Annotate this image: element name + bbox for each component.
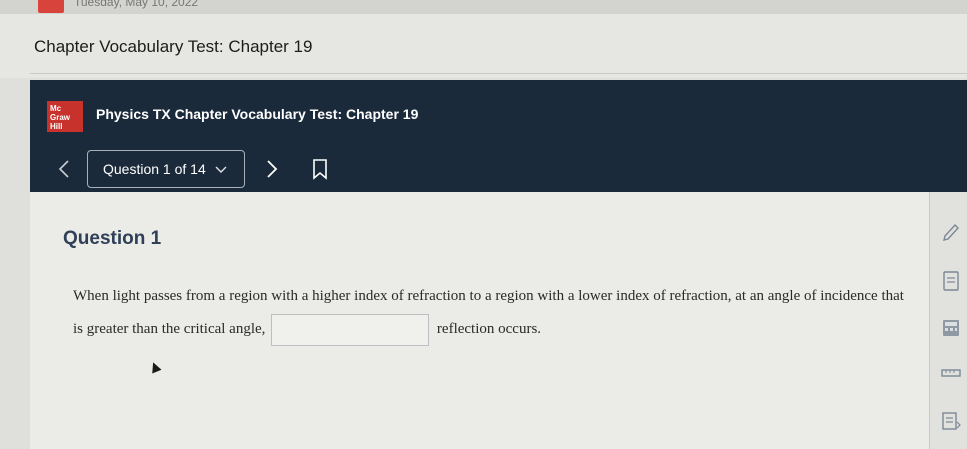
previous-question-button[interactable] bbox=[54, 159, 74, 183]
chevron-left-icon bbox=[58, 160, 69, 178]
question-selector[interactable]: Question 1 of 14 bbox=[87, 150, 245, 188]
notes-tool[interactable] bbox=[940, 270, 962, 292]
calculator-tool[interactable] bbox=[940, 317, 962, 339]
logo-line-3: Hill bbox=[50, 122, 63, 131]
ruler-icon bbox=[941, 369, 961, 377]
mcgraw-hill-logo: Mc Graw Hill bbox=[47, 101, 83, 132]
bookmark-icon bbox=[313, 159, 327, 180]
header-divider bbox=[30, 73, 967, 74]
question-selector-label: Question 1 of 14 bbox=[103, 161, 206, 177]
assignment-title: Physics TX Chapter Vocabulary Test: Chap… bbox=[96, 106, 419, 122]
ruler-tool[interactable] bbox=[940, 362, 962, 384]
question-text-after: reflection occurs. bbox=[436, 321, 542, 337]
logo-line-2: Graw bbox=[50, 113, 71, 122]
app-bar: Mc Graw Hill Physics TX Chapter Vocabula… bbox=[30, 80, 967, 192]
question-text: When light passes from a region with a h… bbox=[73, 280, 913, 346]
page-header: Chapter Vocabulary Test: Chapter 19 bbox=[0, 14, 967, 78]
logo-line-1: Mc bbox=[50, 104, 62, 113]
bookmark-button[interactable] bbox=[312, 159, 328, 180]
question-heading: Question 1 bbox=[63, 228, 162, 249]
browser-top-strip: Tuesday, May 10, 2022 bbox=[0, 0, 967, 14]
notes-icon bbox=[943, 271, 959, 291]
pencil-icon bbox=[943, 223, 959, 241]
tools-sidebar bbox=[929, 192, 967, 449]
chevron-right-icon bbox=[267, 160, 278, 178]
chevron-down-icon bbox=[215, 166, 227, 173]
reference-tool[interactable] bbox=[940, 410, 962, 432]
next-question-button[interactable] bbox=[262, 159, 282, 183]
browser-tab-indicator[interactable] bbox=[38, 0, 64, 13]
reference-icon bbox=[942, 412, 961, 430]
page-title: Chapter Vocabulary Test: Chapter 19 bbox=[34, 37, 313, 56]
date-text: Tuesday, May 10, 2022 bbox=[74, 0, 199, 9]
question-panel: Question 1 When light passes from a regi… bbox=[30, 192, 929, 449]
answer-input[interactable] bbox=[271, 313, 430, 346]
calculator-icon bbox=[943, 320, 959, 336]
pencil-tool[interactable] bbox=[940, 222, 962, 244]
